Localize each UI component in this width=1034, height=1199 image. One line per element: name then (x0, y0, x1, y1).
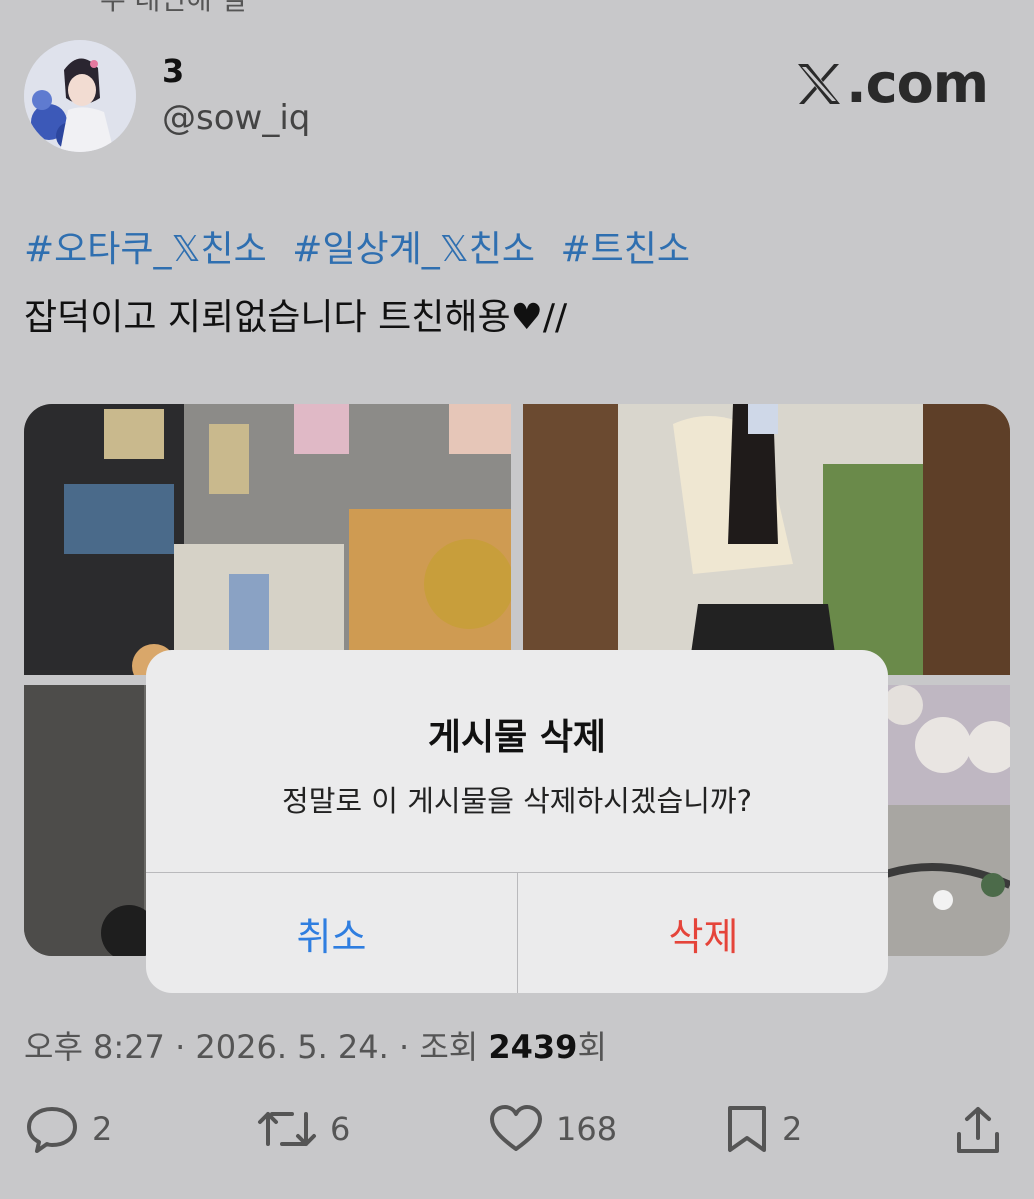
post-body-text: 잡덕이고 지뢰없습니다 트친해용♥// (24, 297, 568, 338)
post-time-date: 오후 8:27 · 2026. 5. 24. · 조회 (24, 1028, 489, 1066)
delete-button[interactable]: 삭제 (518, 873, 888, 993)
dialog-message: 정말로 이 게시물을 삭제하시겠습니까? (282, 784, 752, 818)
author-handle[interactable]: @sow_iq (162, 98, 310, 138)
repost-count: 6 (330, 1110, 351, 1148)
media-photo-1[interactable] (24, 404, 511, 675)
author-display-name[interactable]: 3 (162, 52, 184, 90)
like-count: 168 (556, 1110, 618, 1148)
avatar[interactable] (24, 40, 136, 152)
repost-icon (258, 1112, 316, 1146)
like-button[interactable]: 168 (488, 1104, 617, 1154)
share-button[interactable] (954, 1104, 1014, 1156)
view-suffix: 회 (577, 1028, 607, 1066)
x-logo-icon (798, 63, 841, 104)
heart-icon (490, 1105, 542, 1151)
brand-text: .com (846, 52, 989, 115)
view-count: 2439 (488, 1028, 578, 1066)
action-bar: 2 6 168 2 (24, 1104, 1010, 1166)
hashtag-link[interactable]: #트친소 (560, 229, 690, 270)
delete-post-dialog: 게시물 삭제 정말로 이 게시물을 삭제하시겠습니까? 취소 삭제 (146, 650, 888, 993)
dialog-title: 게시물 삭제 (427, 717, 607, 758)
cancel-button[interactable]: 취소 (146, 873, 517, 993)
bookmark-button[interactable]: 2 (724, 1104, 802, 1154)
reply-button[interactable]: 2 (24, 1104, 112, 1154)
media-photo-2[interactable] (523, 404, 1010, 675)
brand-watermark: .com (794, 52, 989, 115)
share-icon (957, 1107, 999, 1153)
post-metadata: 오후 8:27 · 2026. 5. 24. · 조회 2439회 (24, 1022, 607, 1068)
reply-icon (27, 1107, 77, 1153)
bookmark-icon (728, 1106, 766, 1152)
reply-count: 2 (92, 1110, 113, 1148)
scrolled-text-fragment: 주 대인해 일 (100, 0, 247, 18)
hashtag-link[interactable]: #오타쿠_𝕏친소 (24, 229, 267, 270)
hashtag-list: #오타쿠_𝕏친소 #일상계_𝕏친소 #트친소 (24, 220, 704, 272)
hashtag-link[interactable]: #일상계_𝕏친소 (292, 229, 535, 270)
bookmark-count: 2 (782, 1110, 803, 1148)
avatar-image (24, 40, 136, 152)
repost-button[interactable]: 6 (256, 1104, 350, 1154)
